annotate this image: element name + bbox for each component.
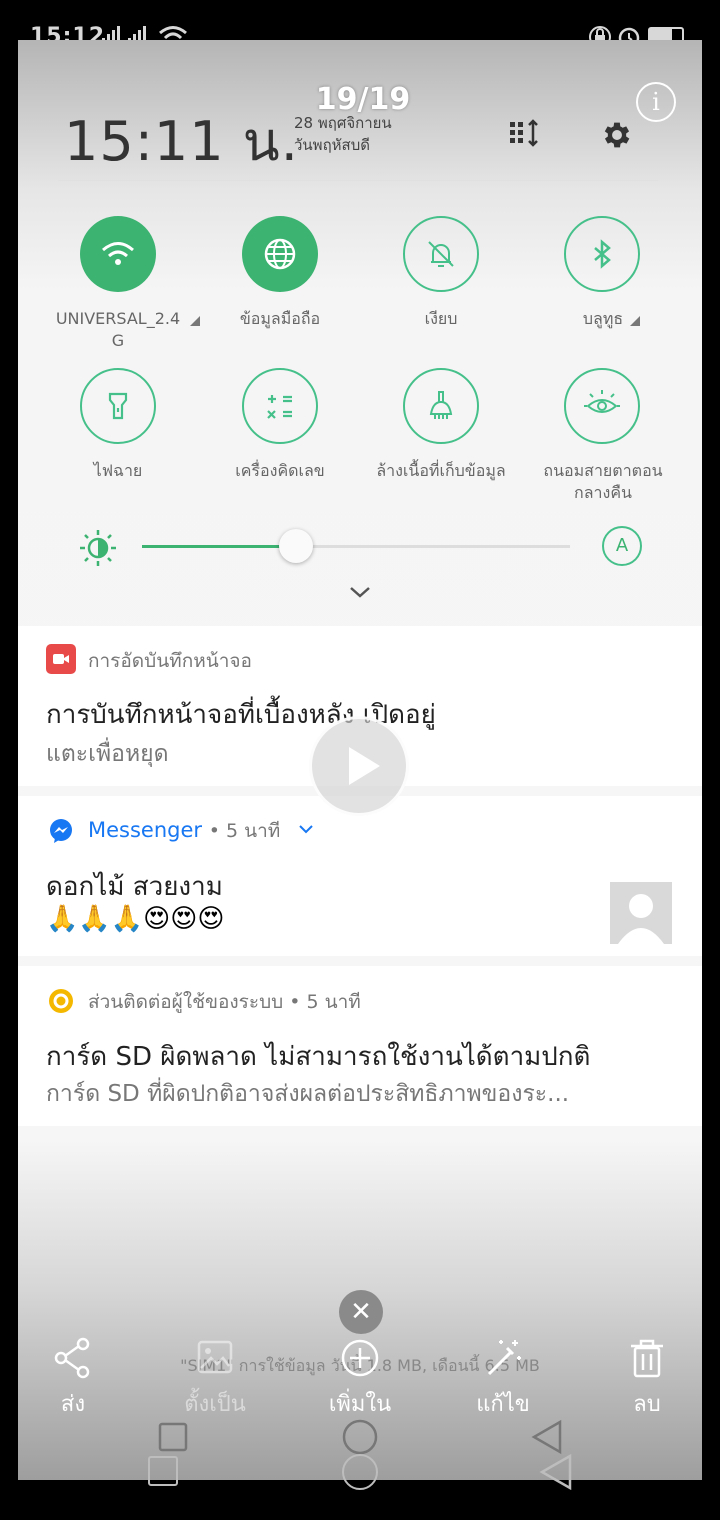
notification-subtitle: แตะเพื่อหยุด [46,741,169,767]
image-icon [197,1340,233,1374]
divider [58,180,658,181]
bell-off-icon [403,216,479,292]
qs-label-night-mode: ถนอมสายตาตอน กลางคืน [543,461,663,502]
notification-messenger[interactable]: Messenger • 5 นาที ดอกไม้ สวยงาม 🙏🙏🙏😍😍😍 [18,796,702,956]
photo-nav-bar [158,1419,562,1455]
share-button[interactable]: ส่ง [18,1336,128,1421]
set-as-label: ตั้งเป็น [184,1392,246,1417]
notification-app-name: Messenger • 5 นาที [88,818,281,842]
calculator-icon [242,368,318,444]
eye-icon [564,368,640,444]
edit-label: แก้ไข [476,1392,530,1417]
qs-tile-mobile-data[interactable] [242,216,318,292]
avatar [610,882,672,944]
brightness-fill [142,545,297,548]
recents-button[interactable] [148,1456,178,1486]
gear-icon [604,122,630,148]
edit-button[interactable]: แก้ไข [448,1336,558,1421]
photo-canvas[interactable]: 19/19 i 15:11 น. 28 พฤศจิกายน วันพฤหัสบด… [18,40,702,1480]
system-ui-icon [49,989,73,1013]
qs-label-bluetooth: บลูทูธ [582,309,624,328]
notification-app-name: ส่วนติดต่อผู้ใช้ของระบบ • 5 นาที [88,991,361,1013]
bluetooth-icon [564,216,640,292]
wifi-icon [80,216,156,292]
qs-label-silent: เงียบ [424,309,458,328]
magic-wand-icon [487,1340,521,1376]
notification-subtitle: 🙏🙏🙏😍😍😍 [46,904,225,934]
share-icon [54,1337,90,1379]
qs-tile-bluetooth[interactable] [564,216,640,292]
delete-label: ลบ [633,1392,661,1417]
recorder-icon [46,644,76,674]
notification-subtitle: การ์ด SD ที่ผิดปกติอาจส่งผลต่อประสิทธิภา… [46,1081,570,1107]
brightness-icon [80,530,116,566]
chevron-down-icon[interactable] [298,824,314,836]
qs-label-flashlight: ไฟฉาย [93,461,143,480]
qs-tile-clean-storage[interactable] [403,368,479,444]
qs-tile-calculator[interactable] [242,368,318,444]
close-icon[interactable]: ✕ [339,1290,383,1334]
messenger-icon [50,819,72,843]
screen: 15:12 19/19 i 15:11 น. 28 พฤศจิกายน วันพ… [0,0,720,1520]
delete-button[interactable]: ลบ [592,1336,702,1421]
play-button[interactable] [309,716,409,816]
qs-label-mobile-data: ข้อมูลมือถือ [239,309,321,328]
auto-brightness-button[interactable]: A [602,526,642,566]
info-icon[interactable]: i [636,82,676,122]
edit-tiles-icon [510,119,538,147]
notification-app-name: การอัดบันทึกหน้าจอ [88,650,252,672]
qs-tile-wifi[interactable] [80,216,156,292]
qs-label-clean-storage: ล้างเนื้อที่เก็บข้อมูล [376,461,506,480]
add-to-label: เพิ่มใน [328,1392,392,1417]
share-label: ส่ง [60,1392,86,1417]
shade-clock: 15:11 น. [64,110,299,173]
clean-icon [403,368,479,444]
add-circle-icon [341,1339,379,1377]
add-to-button[interactable]: เพิ่มใน [305,1336,415,1421]
set-as-button[interactable]: ตั้งเป็น [160,1336,270,1421]
qs-tile-silent[interactable] [403,216,479,292]
trash-icon [631,1339,663,1378]
brightness-slider-thumb[interactable] [279,529,314,563]
back-button[interactable] [538,1454,574,1490]
notification-system-ui[interactable]: ส่วนติดต่อผู้ใช้ของระบบ • 5 นาที การ์ด S… [18,966,702,1126]
qs-label-calculator: เครื่องคิดเลข [235,461,325,480]
globe-icon [242,216,318,292]
home-button[interactable] [342,1454,378,1490]
qs-tile-flashlight[interactable] [80,368,156,444]
shade-date: 28 พฤศจิกายน วันพฤหัสบดี [294,114,392,154]
notification-title: การ์ด SD ผิดพลาด ไม่สามารถใช้งานได้ตามปก… [46,1042,591,1072]
qs-label-wifi: UNIVERSAL_2.4 G [55,309,181,350]
qs-tile-night-mode[interactable] [564,368,640,444]
chevron-down-icon[interactable] [348,584,372,600]
notification-title: ดอกไม้ สวยงาม [46,872,223,902]
flashlight-icon [80,368,156,444]
expand-arrow-icon [630,316,640,326]
